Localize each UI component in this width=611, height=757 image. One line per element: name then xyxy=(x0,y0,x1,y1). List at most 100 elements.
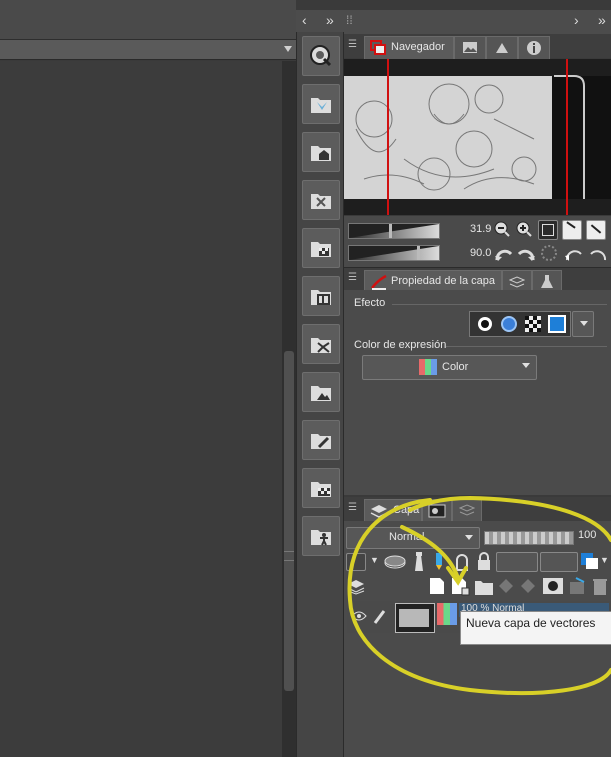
stack-icon xyxy=(459,504,475,516)
move-down-icon[interactable] xyxy=(498,578,514,594)
mask-button[interactable] xyxy=(540,552,578,572)
chevron-down-icon[interactable]: ▼ xyxy=(600,555,609,565)
flip-horizontal-icon[interactable] xyxy=(562,220,582,240)
strip-header: ‹ » xyxy=(296,10,344,32)
chevron-down-icon xyxy=(522,363,530,368)
effect-buttons xyxy=(469,311,571,337)
search-material-icon[interactable] xyxy=(302,36,340,76)
folder-checker-2-icon[interactable] xyxy=(302,468,340,508)
opacity-slider[interactable] xyxy=(484,531,574,545)
rotate-reset-right-icon[interactable] xyxy=(588,244,608,262)
new-vector-layer-icon[interactable] xyxy=(450,576,470,596)
tab-history[interactable] xyxy=(452,499,482,522)
layer-color-mode-icon xyxy=(437,603,457,625)
zoom-slider[interactable] xyxy=(348,223,440,239)
lighthouse-icon[interactable] xyxy=(412,551,426,571)
canvas-header xyxy=(0,0,296,40)
material-strip xyxy=(296,32,344,757)
lock-icon[interactable] xyxy=(476,551,492,571)
panel-menu-icon[interactable]: ☰ xyxy=(348,502,357,513)
reference-layer-icon[interactable] xyxy=(384,552,406,570)
vertical-scrollbar[interactable] xyxy=(282,61,296,757)
canvas-dropdown[interactable] xyxy=(0,40,296,60)
layers-icon xyxy=(370,505,388,518)
layer-mask-icon[interactable] xyxy=(542,577,564,595)
tab-navigator[interactable]: Navegador xyxy=(364,36,454,59)
pen-stroke-icon xyxy=(371,274,387,290)
opacity-value: 100 xyxy=(578,529,597,541)
reset-rotation-icon[interactable] xyxy=(540,244,558,262)
folder-checker-icon[interactable] xyxy=(302,228,340,268)
scrollbar-thumb[interactable] xyxy=(284,351,294,691)
flip-vertical-icon[interactable] xyxy=(586,220,606,240)
rotate-right-icon[interactable] xyxy=(516,244,536,262)
rotation-slider[interactable] xyxy=(348,245,440,261)
new-raster-layer-icon[interactable] xyxy=(428,576,446,596)
panel-menu-icon[interactable]: ☰ xyxy=(348,39,357,50)
navigator-tabbar: ☰ Navegador xyxy=(344,34,611,59)
chevron-down-icon[interactable]: ▼ xyxy=(370,555,379,565)
panel-menu-icon[interactable]: ☰ xyxy=(348,272,357,283)
folder-star-icon[interactable] xyxy=(302,180,340,220)
expand-right-icon[interactable]: » xyxy=(326,12,334,28)
layer-color-swatch[interactable] xyxy=(346,553,366,571)
layer-color-button[interactable] xyxy=(580,552,600,570)
blend-mode-select[interactable]: Normal xyxy=(346,527,480,549)
merge-layer-icon[interactable] xyxy=(568,577,588,595)
lock-transparent-button[interactable] xyxy=(496,552,538,572)
folder-house-icon[interactable] xyxy=(302,132,340,172)
tab-layer[interactable]: Capa xyxy=(364,499,422,522)
tree-icon xyxy=(496,43,508,53)
new-folder-icon[interactable] xyxy=(474,576,494,596)
extract-line-icon[interactable] xyxy=(500,315,518,333)
zoom-out-icon[interactable] xyxy=(494,221,510,237)
collapse-left-icon[interactable]: ‹ xyxy=(302,12,307,28)
clip-layer-icon[interactable] xyxy=(454,551,470,571)
new-vector-layer-tooltip: Nueva capa de vectores xyxy=(460,611,611,645)
effect-dropdown[interactable] xyxy=(572,311,594,337)
pen-draft-icon[interactable] xyxy=(432,551,446,571)
folder-pen-icon[interactable] xyxy=(302,420,340,460)
zoom-value: 31.9 xyxy=(470,223,492,235)
rotation-value: 90.0 xyxy=(470,247,492,259)
navigator-icon xyxy=(370,40,386,55)
border-effect-icon[interactable] xyxy=(476,315,494,333)
layer-property-panel: Efecto Color de expresión Color xyxy=(344,290,611,495)
rotate-reset-left-icon[interactable] xyxy=(564,244,584,262)
scrollbar-grip-icon xyxy=(284,551,294,561)
canvas-area[interactable] xyxy=(0,61,282,757)
fit-view-button[interactable] xyxy=(538,220,558,240)
pen-icon[interactable] xyxy=(373,607,387,625)
navigator-preview[interactable] xyxy=(344,59,611,215)
color-mode-icon xyxy=(419,359,437,375)
zoom-slider-knob[interactable] xyxy=(389,224,392,238)
move-up-icon[interactable] xyxy=(520,578,536,594)
image-icon xyxy=(463,42,477,53)
tab-layer-property-label: Propiedad de la capa xyxy=(391,275,495,287)
drag-handle-icon[interactable]: ⁞⁞ xyxy=(346,13,353,27)
right-panel-header: ⁞⁞ › » xyxy=(344,10,611,34)
trash-icon[interactable] xyxy=(592,576,608,596)
film-icon xyxy=(428,504,446,518)
eye-icon[interactable] xyxy=(351,609,367,623)
expression-color-select[interactable]: Color xyxy=(362,355,537,380)
chevron-right-icon[interactable]: › xyxy=(574,12,579,28)
rotate-left-icon[interactable] xyxy=(494,244,514,262)
folder-mountain-icon[interactable] xyxy=(302,372,340,412)
expand-right-icon[interactable]: » xyxy=(598,12,606,28)
tab-material[interactable] xyxy=(486,36,518,59)
folder-figure-icon[interactable] xyxy=(302,516,340,556)
zoom-in-icon[interactable] xyxy=(516,221,532,237)
rotation-slider-knob[interactable] xyxy=(417,246,420,260)
tab-info[interactable] xyxy=(518,36,550,59)
tab-animation[interactable] xyxy=(422,499,452,522)
layers-menu-icon[interactable] xyxy=(347,579,365,595)
tab-subview[interactable] xyxy=(454,36,486,59)
tone-icon[interactable] xyxy=(524,315,542,333)
folder-burst-icon[interactable] xyxy=(302,324,340,364)
chevron-down-icon xyxy=(465,535,473,540)
folder-frame-icon[interactable] xyxy=(302,276,340,316)
folder-pattern-icon[interactable] xyxy=(302,84,340,124)
chevron-down-icon xyxy=(284,46,292,52)
layer-color-icon[interactable] xyxy=(548,315,566,333)
